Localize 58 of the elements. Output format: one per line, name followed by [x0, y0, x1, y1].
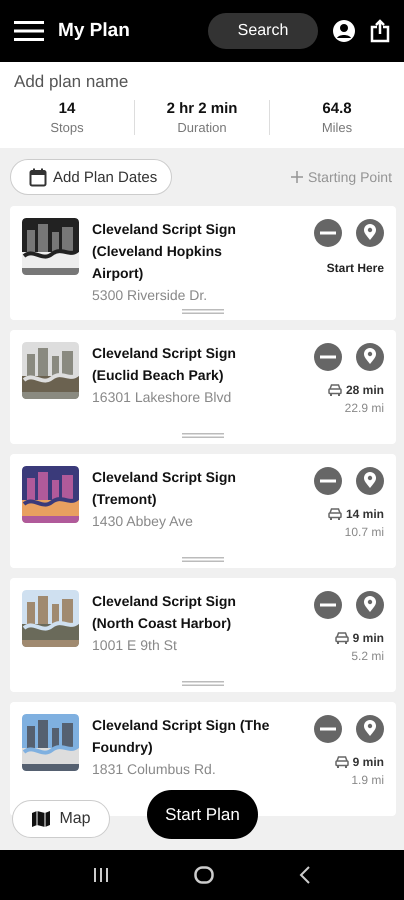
remove-icon[interactable]: [314, 467, 342, 495]
share-icon[interactable]: [370, 19, 390, 43]
add-dates-button[interactable]: Add Plan Dates: [10, 159, 172, 195]
location-pin-icon[interactable]: [356, 219, 384, 247]
car-icon: [334, 756, 349, 768]
drive-distance: 5.2 mi: [351, 649, 384, 663]
stop-address: 1001 E 9th St: [92, 636, 178, 655]
drive-distance: 22.9 mi: [344, 401, 384, 415]
map-button[interactable]: Map: [12, 800, 110, 838]
search-button[interactable]: Search: [208, 13, 318, 49]
start-plan-button[interactable]: Start Plan: [147, 790, 258, 839]
stat-value: 14: [58, 100, 76, 117]
drive-time: 14 min: [346, 507, 384, 521]
drag-handle-icon[interactable]: [182, 681, 224, 686]
plus-icon: [290, 171, 303, 183]
remove-icon[interactable]: [314, 219, 342, 247]
stat-value: 64.8: [322, 100, 352, 117]
drag-handle-icon[interactable]: [182, 557, 224, 562]
page-title: My Plan: [58, 20, 131, 42]
remove-icon[interactable]: [314, 343, 342, 371]
location-pin-icon[interactable]: [356, 467, 384, 495]
drag-handle-icon[interactable]: [182, 433, 224, 438]
remove-icon[interactable]: [314, 715, 342, 743]
drive-distance: 1.9 mi: [351, 773, 384, 787]
drive-time: 9 min: [352, 631, 384, 645]
drag-handle-icon[interactable]: [182, 309, 224, 314]
stop-title: Cleveland Script Sign (The Foundry): [92, 716, 270, 757]
location-pin-icon[interactable]: [356, 343, 384, 371]
car-icon: [334, 632, 349, 644]
menu-icon[interactable]: [14, 20, 44, 42]
stop-title: Cleveland Script Sign (North Coast Harbor): [92, 592, 237, 633]
stat-label: Miles: [322, 120, 352, 135]
stat-value: 2 hr 2 min: [166, 100, 238, 117]
location-pin-icon[interactable]: [356, 591, 384, 619]
start-label: Start Here: [326, 261, 384, 275]
recent-apps-icon[interactable]: [92, 868, 109, 882]
stop-address: 1430 Abbey Ave: [92, 512, 194, 531]
stop-address: 5300 Riverside Dr.: [92, 286, 208, 305]
back-icon[interactable]: [299, 866, 312, 884]
location-pin-icon[interactable]: [356, 715, 384, 743]
stop-title: Cleveland Script Sign (Tremont): [92, 468, 237, 509]
user-icon[interactable]: [332, 19, 356, 43]
plan-name-field[interactable]: Add plan name: [14, 72, 264, 92]
home-icon[interactable]: [194, 866, 214, 884]
car-icon: [328, 508, 342, 520]
drive-distance: 10.7 mi: [344, 525, 384, 539]
stop-title: Cleveland Script Sign (Cleveland Hopkins Airport): [92, 220, 237, 283]
drive-time: 9 min: [352, 755, 384, 769]
remove-icon[interactable]: [314, 591, 342, 619]
stop-title: Cleveland Script Sign (Euclid Beach Park): [92, 344, 237, 385]
stop-address: 1831 Columbus Rd.: [92, 760, 217, 779]
stat-label: Stops: [50, 120, 84, 135]
calendar-icon: [29, 168, 47, 186]
stat-label: Duration: [177, 120, 227, 135]
stop-address: 16301 Lakeshore Blvd: [92, 388, 232, 407]
map-icon: [31, 810, 52, 828]
drive-time: 28 min: [346, 383, 384, 397]
car-icon: [328, 384, 342, 396]
